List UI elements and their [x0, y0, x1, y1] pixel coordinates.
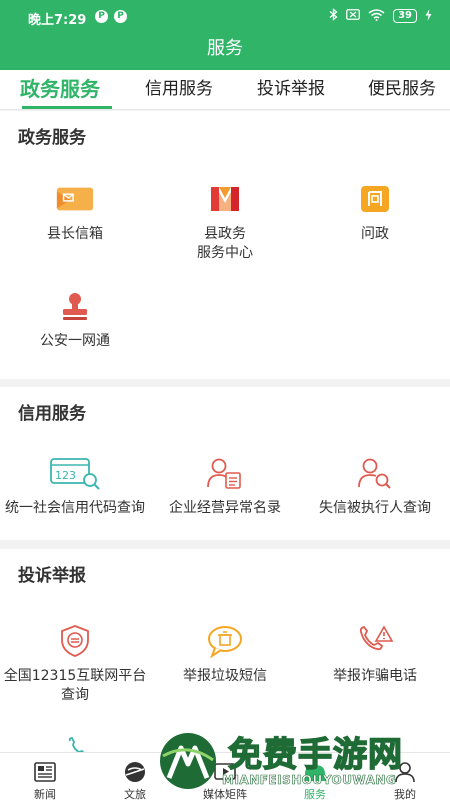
battery-indicator: 39 [393, 9, 417, 23]
spam-sms-icon [205, 621, 245, 661]
section-title: 信用服务 [18, 404, 86, 424]
service-item-label: 举报垃圾短信 [183, 668, 267, 684]
category-tabs: 政务服务 信用服务 投诉举报 便民服务 [0, 70, 450, 110]
consumer-shield-icon [55, 621, 95, 661]
credit-code-search-icon: 123 [49, 453, 101, 493]
section-title: 投诉举报 [18, 566, 86, 586]
news-icon [32, 759, 58, 785]
service-item-county-mailbox[interactable]: 县长信箱 [0, 179, 150, 244]
wifi-icon [368, 8, 385, 24]
service-item-label: 举报诈骗电话 [333, 668, 417, 684]
nav-label: 媒体矩阵 [203, 788, 247, 800]
government-services-section: 政务服务 县长信箱 县政务 服务中心 问政 公安一网通 [0, 111, 450, 379]
tab-credit-services[interactable]: 信用服务 [145, 70, 213, 108]
nav-service[interactable]: 服务 [270, 753, 360, 800]
service-item-label: 公安一网通 [40, 333, 110, 349]
service-icon [302, 759, 328, 785]
active-tab-indicator [22, 106, 112, 109]
service-item-label: 县政务 服务中心 [197, 226, 253, 261]
nav-label: 我的 [394, 788, 416, 800]
page-title: 服务 [0, 34, 450, 70]
nav-media[interactable]: 媒体矩阵 [180, 753, 270, 800]
svg-text:123: 123 [55, 469, 76, 482]
service-item-spam-sms-report[interactable]: 举报垃圾短信 [150, 621, 300, 686]
nav-label: 新闻 [34, 788, 56, 800]
service-item-government-center[interactable]: 县政务 服务中心 [150, 179, 300, 263]
tab-government-services[interactable]: 政务服务 [20, 70, 100, 108]
travel-icon [122, 759, 148, 785]
service-item-label: 企业经营异常名录 [169, 500, 281, 516]
tab-convenience-services[interactable]: 便民服务 [368, 70, 436, 108]
service-item-credit-code-search[interactable]: 123 统一社会信用代码查询 [0, 453, 150, 518]
nav-label: 文旅 [124, 788, 146, 800]
service-item-dishonest-person-search[interactable]: 失信被执行人查询 [300, 453, 450, 518]
section-title: 政务服务 [18, 128, 86, 148]
profile-icon [392, 759, 418, 785]
nav-travel[interactable]: 文旅 [90, 753, 180, 800]
service-item-label: 问政 [361, 226, 389, 242]
mailbox-icon [55, 179, 95, 219]
status-time: 晚上7:29 [28, 13, 87, 28]
status-bar: 晚上7:29 P P 39 [0, 0, 450, 34]
nav-news[interactable]: 新闻 [0, 753, 90, 800]
credit-services-section: 信用服务 123 统一社会信用代码查询 企业经营异常名录 失信被执行人查询 [0, 387, 450, 540]
charging-icon [425, 8, 432, 24]
service-item-label: 失信被执行人查询 [319, 500, 431, 516]
nav-label: 服务 [304, 788, 326, 800]
service-item-fraud-call-report[interactable]: 举报诈骗电话 [300, 621, 450, 686]
inquiry-icon [355, 179, 395, 219]
nav-profile[interactable]: 我的 [360, 753, 450, 800]
service-item-label: 统一社会信用代码查询 [5, 500, 145, 516]
sim-off-icon [346, 9, 360, 23]
business-abnormal-list-icon [205, 453, 245, 493]
fraud-call-icon [355, 621, 395, 661]
notification-badge: P [95, 10, 108, 23]
service-item-label: 县长信箱 [47, 226, 103, 242]
media-icon [212, 759, 238, 785]
service-item-inquiry[interactable]: 问政 [300, 179, 450, 244]
service-item-business-abnormal-list[interactable]: 企业经营异常名录 [150, 453, 300, 518]
person-search-icon [355, 453, 395, 493]
bottom-navigation: 新闻 文旅 媒体矩阵 服务 我的 [0, 752, 450, 800]
bluetooth-icon [329, 8, 338, 24]
police-stamp-icon [55, 286, 95, 326]
tab-complaints[interactable]: 投诉举报 [257, 70, 325, 108]
service-item-12315-platform[interactable]: 全国12315互联网平台查询 [0, 621, 150, 705]
government-center-icon [205, 179, 245, 219]
service-item-label: 全国12315互联网平台查询 [3, 668, 147, 703]
service-item-police-portal[interactable]: 公安一网通 [0, 286, 150, 351]
complaints-section: 投诉举报 全国12315互联网平台查询 举报垃圾短信 举报诈骗电话 [0, 549, 450, 755]
notification-badge: P [114, 10, 127, 23]
